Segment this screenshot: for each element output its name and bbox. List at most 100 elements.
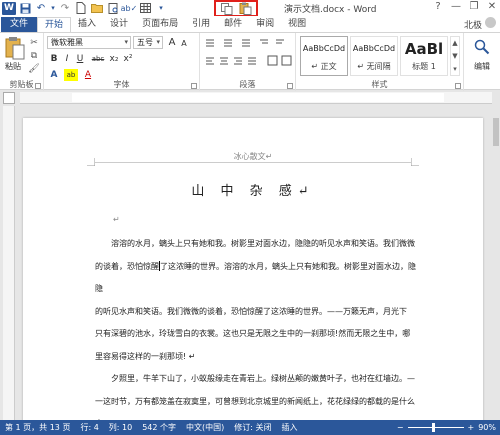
ruler-tab-selector[interactable] xyxy=(3,92,15,104)
ruler-text-area xyxy=(72,93,444,102)
style-name: ↵ 正文 xyxy=(311,62,337,71)
user-name[interactable]: 北极 xyxy=(464,18,482,31)
tab-layout[interactable]: 页面布局 xyxy=(135,17,185,32)
styles-group: AaBbCcDd ↵ 正文 AaBbCcDd ↵ 无间隔 AaBl 标题 1 ▲… xyxy=(296,33,464,91)
status-language[interactable]: 中文(中国) xyxy=(181,422,229,433)
font-size-combo[interactable]: 五号 ▾ xyxy=(133,36,163,49)
superscript-button[interactable]: x² xyxy=(122,53,134,65)
status-col: 列: 10 xyxy=(108,423,133,432)
subscript-button[interactable]: x₂ xyxy=(108,53,120,65)
font-launcher-icon[interactable] xyxy=(191,83,197,89)
status-page[interactable]: 第 1 页，共 13 页 xyxy=(0,422,75,433)
help-button[interactable]: ? xyxy=(432,1,444,12)
clipboard-group: 粘贴 ✂ ⧉ 🖌 剪贴板 xyxy=(0,33,44,91)
redo-icon[interactable]: ↷ xyxy=(58,1,72,15)
strikethrough-button[interactable]: abc xyxy=(90,53,106,65)
table-icon[interactable] xyxy=(138,1,152,15)
vertical-ruler[interactable] xyxy=(3,106,15,420)
styles-launcher-icon[interactable] xyxy=(455,83,461,89)
zoom-slider[interactable] xyxy=(407,423,464,432)
tab-mailings[interactable]: 邮件 xyxy=(217,17,249,32)
zoom-in-icon[interactable]: + xyxy=(468,423,475,432)
paste-icon[interactable] xyxy=(238,2,252,15)
paste-button[interactable]: 粘贴 xyxy=(5,61,21,72)
style-preview: AaBbCcDd xyxy=(302,44,346,53)
quick-access-toolbar: W ↶ ▾ ↷ ab✓ ▾ xyxy=(2,1,168,15)
tab-design[interactable]: 设计 xyxy=(103,17,135,32)
bold-button[interactable]: B xyxy=(48,53,60,65)
find-icon[interactable] xyxy=(474,39,490,55)
body-line: 溶溶的水月，螭头上只有她和我。树影里对面水边，隐隐的听见水声和笑语。我们微微 xyxy=(95,239,415,248)
save-icon[interactable] xyxy=(18,1,32,15)
font-size-value: 五号 xyxy=(137,38,153,47)
font-name-combo[interactable]: 微软雅黑 ▾ xyxy=(47,36,131,49)
scrollbar-thumb[interactable] xyxy=(493,118,499,146)
status-insert-mode[interactable]: 插入 xyxy=(277,422,303,433)
format-painter-icon[interactable]: 🖌 xyxy=(28,63,40,74)
body-line-text: 的谈着，恐怕惊醒了这浓睡的世界。溶溶的水月，螭头上只有她和我。树影里对面水边，隐… xyxy=(95,261,416,293)
underline-button[interactable]: U xyxy=(74,53,86,65)
body-line: 的听见水声和笑语。我们微微的谈着，恐怕惊醒了这浓睡的世界。——万籁无声，月光下 xyxy=(95,306,407,316)
styles-scroll[interactable]: ▲ ▼ ▾ xyxy=(450,36,460,76)
paragraph-mark: ↵ xyxy=(113,215,120,224)
page-header[interactable]: 冰心散文↵ xyxy=(23,151,483,162)
document-page[interactable]: 冰心散文↵ 山 中 杂 感↵ ↵ 溶溶的水月，螭头上只有她和我。树影里对面水边，… xyxy=(23,118,483,428)
chevron-down-icon: ▾ xyxy=(124,38,128,46)
tab-references[interactable]: 引用 xyxy=(185,17,217,32)
body-line: 里容易得这样的一刹那顷! ↵ xyxy=(95,351,196,361)
zoom-out-icon[interactable]: − xyxy=(397,423,404,432)
document-heading[interactable]: 山 中 杂 感↵ xyxy=(23,180,483,199)
minimize-button[interactable]: — xyxy=(450,1,462,12)
copy-format-icon[interactable] xyxy=(220,2,234,15)
cut-icon[interactable]: ✂ xyxy=(28,37,40,48)
clipboard-launcher-icon[interactable] xyxy=(35,83,41,89)
vertical-scrollbar[interactable] xyxy=(492,104,500,420)
paste-large-icon[interactable] xyxy=(5,36,25,60)
spelling-icon[interactable]: ab✓ xyxy=(121,1,138,15)
paragraph-launcher-icon[interactable] xyxy=(287,83,293,89)
tab-file[interactable]: 文件 xyxy=(1,17,38,32)
new-doc-icon[interactable] xyxy=(74,1,88,15)
open-folder-icon[interactable] xyxy=(90,1,104,15)
shrink-font-button[interactable]: A xyxy=(178,37,190,49)
copy-icon[interactable]: ⧉ xyxy=(28,50,40,61)
tab-insert[interactable]: 插入 xyxy=(71,17,103,32)
paragraph-buttons[interactable] xyxy=(204,37,292,81)
style-heading-1[interactable]: AaBl 标题 1 xyxy=(400,36,448,76)
editing-button[interactable]: 编辑 xyxy=(464,61,500,72)
document-workspace: 冰心散文↵ 山 中 杂 感↵ ↵ 溶溶的水月，螭头上只有她和我。树影里对面水边，… xyxy=(18,104,492,428)
highlighted-qat-buttons xyxy=(214,0,258,17)
body-line: 一这时节，万有都笼盖在寂寞里，可曾想到北京城里的新闻纸上，花花绿绿的都载的是什么 xyxy=(95,396,415,406)
maximize-button[interactable]: ❐ xyxy=(468,1,480,12)
status-words[interactable]: 542 个字 xyxy=(137,422,181,433)
window-controls: ? — ❐ ✕ xyxy=(432,1,498,12)
font-group-label: 字体 xyxy=(113,80,130,89)
grow-font-button[interactable]: A xyxy=(166,36,178,48)
zoom-controls: − + 90% xyxy=(397,420,496,435)
style-no-spacing[interactable]: AaBbCcDd ↵ 无间隔 xyxy=(350,36,398,76)
paragraph-group-label: 段落 xyxy=(239,80,256,89)
text-cursor xyxy=(159,261,160,271)
horizontal-ruler[interactable] xyxy=(20,92,492,104)
editing-group: 编辑 xyxy=(464,33,500,91)
zoom-slider-thumb[interactable] xyxy=(431,423,435,432)
zoom-level[interactable]: 90% xyxy=(478,423,496,432)
undo-icon[interactable]: ↶ xyxy=(34,1,48,15)
status-track-changes[interactable]: 修订: 关闭 xyxy=(229,422,276,433)
italic-button[interactable]: I xyxy=(61,53,73,65)
chevron-down-icon: ▾ xyxy=(156,38,160,46)
qat-customize-icon[interactable]: ▾ xyxy=(154,1,168,15)
tab-home[interactable]: 开始 xyxy=(37,17,72,32)
word-logo-icon: W xyxy=(2,1,16,15)
avatar[interactable] xyxy=(485,17,496,28)
tab-view[interactable]: 视图 xyxy=(281,17,313,32)
style-normal[interactable]: AaBbCcDd ↵ 正文 xyxy=(300,36,348,76)
undo-dropdown-icon[interactable]: ▾ xyxy=(50,1,56,15)
tab-review[interactable]: 审阅 xyxy=(249,17,281,32)
font-name-value: 微软雅黑 xyxy=(51,38,83,47)
close-button[interactable]: ✕ xyxy=(486,1,498,12)
document-title: 演示文档.docx - Word xyxy=(284,5,377,15)
document-body[interactable]: 溶溶的水月，螭头上只有她和我。树影里对面水边，隐隐的听见水声和笑语。我们微微 的… xyxy=(95,233,419,435)
print-preview-icon[interactable] xyxy=(106,1,120,15)
status-row: 行: 4 xyxy=(80,423,99,432)
